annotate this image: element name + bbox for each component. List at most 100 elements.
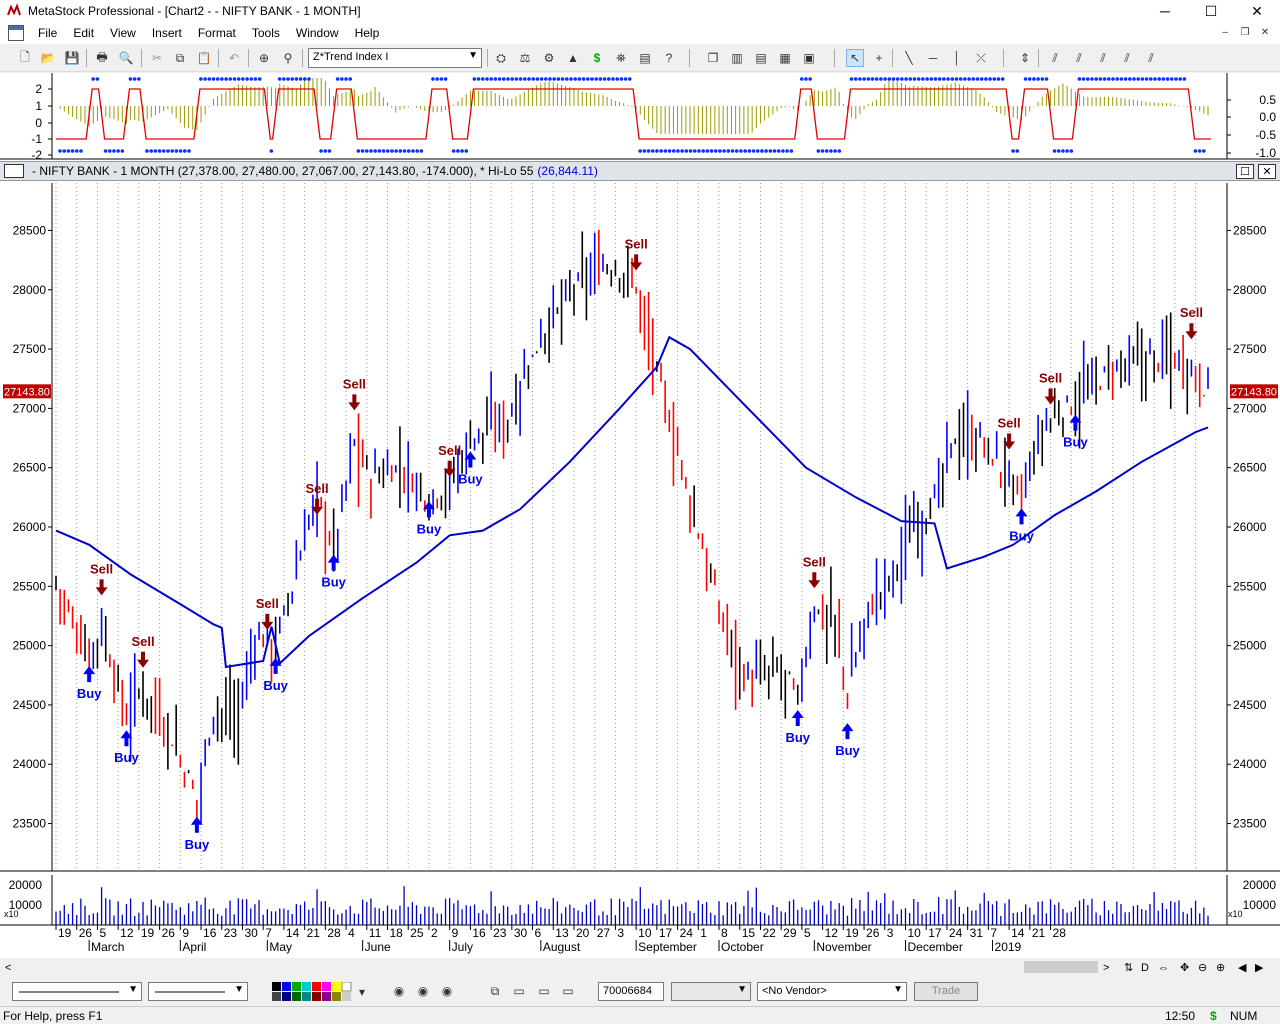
arcs-icon[interactable]: ⫽ [1070,49,1088,67]
tile-vertical-icon[interactable]: ▥ [728,49,746,67]
fan-icon[interactable]: ⫽ [1046,49,1064,67]
new-window-icon[interactable]: ❐ [704,49,722,67]
explorer-icon[interactable]: ⛭ [492,49,510,67]
retracement-icon[interactable]: ⫽ [1094,49,1112,67]
vertical-line-icon[interactable]: │ [948,49,966,67]
signal-dot [988,77,992,81]
arrange-icon[interactable]: ▤ [636,49,654,67]
chrome-icon-1[interactable]: ◉ [390,982,408,1000]
window-a-icon[interactable]: ▭ [510,982,528,1000]
signal-dot [303,77,307,81]
paste-icon[interactable]: 📋 [195,49,213,67]
cut-icon[interactable]: ✂ [148,49,166,67]
chart-scrollbar[interactable]: < > ⇅ D ⇔ ✥ ⊖ ⊕ ◀ ▶ [0,958,1280,976]
signal-dot [764,149,768,153]
menu-format[interactable]: Format [190,26,244,40]
mdi-restore-button[interactable]: ❐ [1236,25,1254,40]
mdi-minimize-button[interactable]: – [1216,25,1234,40]
minimize-button[interactable]: ─ [1142,0,1188,22]
tile-icon[interactable]: ▦ [776,49,794,67]
signal-dot [245,77,249,81]
chrome-icon-3[interactable]: ◉ [438,982,456,1000]
new-icon[interactable]: 🗋 [16,49,34,67]
price-tick-label-right: 24000 [1233,757,1267,771]
price-pane: 28500 28500 28000 28000 27500 27500 27000 27000… [0,183,1280,872]
line-style-combo[interactable]: ▼ [12,982,142,1001]
close-button[interactable]: ✕ [1234,0,1280,22]
zoom-icon[interactable]: ⚲ [279,49,297,67]
chart-icon[interactable] [4,164,24,178]
mdi-close-button[interactable]: ✕ [1256,25,1274,40]
copy-icon[interactable]: ⧉ [171,49,189,67]
signal-dot [697,149,701,153]
line-weight-combo[interactable]: ▼ [148,982,248,1001]
cross-icon[interactable]: + [870,49,888,67]
buy-label: Buy [185,837,210,852]
signal-dot [107,149,112,153]
cascade-icon[interactable]: ▣ [800,49,818,67]
signal-dot [824,149,829,153]
print-icon[interactable]: 🖶 [93,49,111,67]
signal-dot [58,149,62,153]
help-icon[interactable]: ? [660,49,678,67]
volume-multiplier-left: x10 [4,909,19,919]
cycle-icon[interactable]: ⫽ [1118,49,1136,67]
inner-maximize-button[interactable]: ☐ [1236,164,1254,179]
binoculars-icon[interactable]: ⛯ [612,49,630,67]
signal-dot [211,77,216,81]
expert-advisor-icon[interactable]: ⚙ [540,49,558,67]
open-icon[interactable]: 📂 [39,49,57,67]
signal-dot [1027,77,1032,81]
menu-window[interactable]: Window [288,26,347,40]
palette-dropdown-icon[interactable]: ▾ [353,983,371,1001]
menu-help[interactable]: Help [347,26,388,40]
signal-dot [1106,77,1111,81]
date-tick-label: 17 [659,926,673,940]
security-field[interactable]: 70006684 [598,982,664,1001]
gann-icon[interactable]: ⫽ [1142,49,1160,67]
menu-file[interactable]: File [30,26,65,40]
chart-area[interactable]: 2 1 0 -1 -2 0.5 0.0 -0.5 -1.0 28500 28500 28000 280… [0,73,1280,958]
price-tick-label-left: 26000 [13,520,47,534]
link-icon[interactable]: ⧉ [486,982,504,1000]
spacing-icon[interactable]: ⇕ [1016,49,1034,67]
print-preview-icon[interactable]: 🔍 [117,49,135,67]
blank-combo[interactable]: ▼ [671,982,751,1001]
indicator-select[interactable]: Z*Trend Index I ▼ [308,48,482,68]
symbol-icon[interactable]: ⤫ [972,49,990,67]
trade-button[interactable]: Trade [914,982,978,1001]
save-icon[interactable]: 💾 [63,49,81,67]
signal-dot [79,149,83,153]
maximize-button[interactable]: ☐ [1188,0,1234,22]
window-c-icon[interactable]: ▭ [559,982,577,1000]
menu-insert[interactable]: Insert [144,26,190,40]
menu-edit[interactable]: Edit [65,26,102,40]
window-b-icon[interactable]: ▭ [535,982,553,1000]
signal-dot [460,149,464,153]
menu-view[interactable]: View [102,26,144,40]
menu-bar: File Edit View Insert Format Tools Windo… [0,22,1280,44]
chart-canvas[interactable]: 210-1-20.50.0-0.5-1.0 28500 2850028000 280… [0,73,1280,958]
signal-dot [1193,149,1198,153]
color-palette[interactable] [272,981,352,1002]
tile-horizontal-icon[interactable]: ▤ [752,49,770,67]
sell-label: Sell [90,561,113,576]
horizontal-line-icon[interactable]: ─ [924,49,942,67]
crosshair-icon[interactable]: ⊕ [255,49,273,67]
indicator-builder-icon[interactable]: ▲ [564,49,582,67]
signal-dot [439,77,444,81]
chrome-icon-2[interactable]: ◉ [414,982,432,1000]
price-tick-label-left: 26500 [13,461,47,475]
indicator-pane: 2 1 0 -1 -2 0.5 0.0 -0.5 -1.0 [0,73,1280,162]
trendline-icon[interactable]: ╲ [900,49,918,67]
system-tester-icon[interactable]: ⚖ [516,49,534,67]
signal-dot [548,77,552,81]
undo-icon[interactable]: ↶ [225,49,243,67]
inner-close-button[interactable]: ✕ [1258,164,1276,179]
dollar-icon[interactable]: $ [588,49,606,67]
price-tick-label-right: 27500 [1233,342,1267,356]
pointer-icon[interactable]: ↖ [846,49,864,67]
chart-window-icon[interactable] [8,25,24,41]
vendor-combo[interactable]: <No Vendor> ▼ [757,982,907,1001]
menu-tools[interactable]: Tools [244,26,288,40]
